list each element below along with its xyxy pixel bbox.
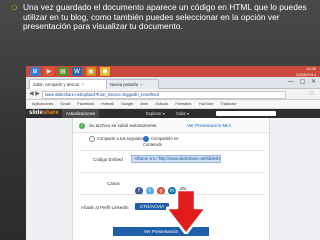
browser-screenshot: ⊞ ▶ ▤ W ▣ ● 10:35 22/05/2014 Subir, comp… <box>26 66 320 240</box>
close-icon[interactable]: × <box>140 82 142 87</box>
search-input[interactable] <box>216 111 276 116</box>
bookmark-item[interactable]: Aplicaciones <box>32 102 53 106</box>
linkedin-button[interactable]: CTG/ACVIA <box>135 203 169 210</box>
share-label: Casos <box>107 181 120 186</box>
caption-text: Una vez guardado el documento aparece un… <box>23 2 307 32</box>
explorer-icon[interactable]: ▤ <box>58 67 68 76</box>
divider <box>79 150 263 151</box>
url-input[interactable]: www.slideshare.net/upload?from_source=lo… <box>42 90 286 99</box>
share-content-option[interactable]: Compartirlo en Contenido <box>143 136 183 147</box>
bookmark-star-icon[interactable]: ☆ <box>309 89 315 97</box>
page-body: ✓ Su archivo se subió exitosamente. Ver … <box>26 118 320 240</box>
bookmark-item[interactable]: Ares <box>140 102 148 106</box>
chrome-icon[interactable]: ● <box>100 67 110 76</box>
tab-slideshare[interactable]: Subir, compartir y descar × <box>29 79 108 89</box>
bookmark-item[interactable]: Formatos <box>175 102 191 106</box>
bookmarks-bar: Aplicaciones Gmail Facebook Hotmail Goog… <box>26 100 320 109</box>
nav-arrows-icon[interactable]: ◀ ▶ <box>29 90 40 97</box>
window-controls[interactable]: — ▢ ✕ <box>288 78 318 85</box>
upload-menu[interactable]: Subir ▾ <box>176 109 189 118</box>
windows-taskbar: ⊞ ▶ ▤ W ▣ ● 10:35 22/05/2014 <box>26 66 320 77</box>
red-arrow-icon <box>166 190 206 234</box>
embed-label: Código Embed <box>93 157 123 162</box>
bookmark-item[interactable]: Gmail <box>60 102 70 106</box>
address-bar: ◀ ▶ www.slideshare.net/upload?from_sourc… <box>26 89 320 100</box>
share-followers-option[interactable]: Compartir a tus seguidores <box>89 136 147 142</box>
explore-menu[interactable]: Explorar ▾ <box>146 109 165 118</box>
tab-new[interactable]: Nueva pestaña × <box>106 79 159 89</box>
bookmark-item[interactable]: Google <box>121 102 133 106</box>
bullet-icon: ❍ <box>11 4 18 12</box>
linkedin-label: Añadir al Perfil LinkedIn <box>81 205 129 210</box>
bookmark-item[interactable]: YouTube <box>199 102 214 106</box>
bookmark-item[interactable]: Traductor <box>221 102 237 106</box>
view-mini-link[interactable]: Ver Presentación Mini <box>187 122 231 130</box>
close-icon[interactable]: × <box>81 82 83 87</box>
start-icon[interactable]: ⊞ <box>30 67 40 76</box>
success-message: Su archivo se subió exitosamente. <box>89 123 158 128</box>
embed-code-field[interactable]: <iframe src="http://www.slideshare.net/s… <box>131 155 221 163</box>
bookmark-item[interactable]: Facebook <box>77 102 94 106</box>
slide-caption: ❍ Una vez guardado el documento aparece … <box>11 2 312 32</box>
folder-icon[interactable]: ▣ <box>86 67 96 76</box>
slideshare-header: slideshare Actualizaciones Explorar ▾ Su… <box>26 109 320 118</box>
check-icon: ✓ <box>79 123 85 129</box>
media-icon[interactable]: ▶ <box>44 67 54 76</box>
radio-icon[interactable] <box>89 136 95 142</box>
browser-tabs: Subir, compartir y descar × Nueva pestaña… <box>26 77 320 89</box>
bookmark-item[interactable]: Outlook <box>155 102 168 106</box>
slideshare-logo[interactable]: slideshare <box>29 110 59 116</box>
divider <box>79 172 263 173</box>
tab-updates[interactable]: Actualizaciones <box>62 109 100 118</box>
word-icon[interactable]: W <box>72 67 82 76</box>
taskbar-clock: 10:35 22/05/2014 <box>295 66 316 77</box>
upload-success-bar: ✓ Su archivo se subió exitosamente. Ver … <box>73 120 269 133</box>
bookmark-item[interactable]: Hotmail <box>101 102 114 106</box>
